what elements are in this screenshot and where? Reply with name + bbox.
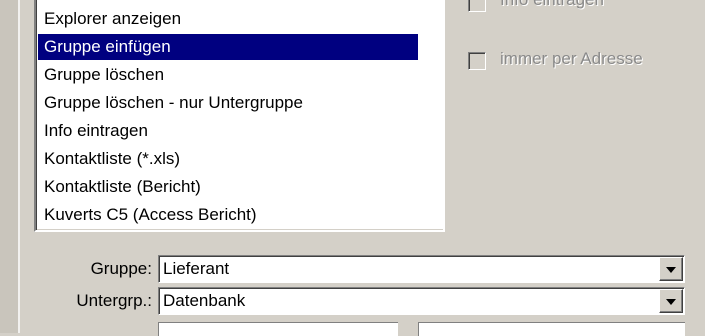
list-item[interactable]: Explorer anzeigen xyxy=(38,6,181,32)
partial-combobox-right[interactable] xyxy=(418,322,685,336)
chevron-down-icon xyxy=(666,299,676,305)
list-item[interactable]: Info eintragen xyxy=(38,118,148,144)
list-item-selected[interactable]: Gruppe einfügen xyxy=(38,34,418,60)
immer-per-adresse-checkbox[interactable] xyxy=(468,52,486,70)
partial-combobox-left[interactable] xyxy=(158,322,398,336)
info-eintragen-label: Info eintragen xyxy=(500,0,604,10)
dialog-left-edge xyxy=(0,0,18,333)
gruppe-value: Lieferant xyxy=(163,259,230,278)
list-item[interactable]: Kontaktliste (Bericht) xyxy=(38,174,201,200)
untergruppe-value: Datenbank xyxy=(163,291,246,310)
chevron-down-icon xyxy=(666,267,676,273)
list-item[interactable]: Gruppe löschen xyxy=(38,62,164,88)
gruppe-label: Gruppe: xyxy=(90,259,152,278)
immer-per-adresse-label: immer per Adresse xyxy=(500,49,643,68)
gruppe-combobox[interactable]: Lieferant xyxy=(158,255,685,283)
function-listbox[interactable]: Explorer anzeigen Gruppe einfügen Gruppe… xyxy=(34,0,445,232)
list-item[interactable]: Kuverts C5 (Access Bericht) xyxy=(38,202,257,228)
list-item[interactable]: Gruppe löschen - nur Untergruppe xyxy=(38,90,303,116)
info-eintragen-checkbox[interactable] xyxy=(468,0,486,12)
dialog-edge-highlight xyxy=(18,0,20,333)
untergruppe-label: Untergrp.: xyxy=(76,291,152,310)
list-item[interactable]: Kontaktliste (*.xls) xyxy=(38,146,180,172)
gruppe-dropdown-button[interactable] xyxy=(659,257,683,281)
untergruppe-dropdown-button[interactable] xyxy=(659,289,683,313)
untergruppe-combobox[interactable]: Datenbank xyxy=(158,287,685,315)
